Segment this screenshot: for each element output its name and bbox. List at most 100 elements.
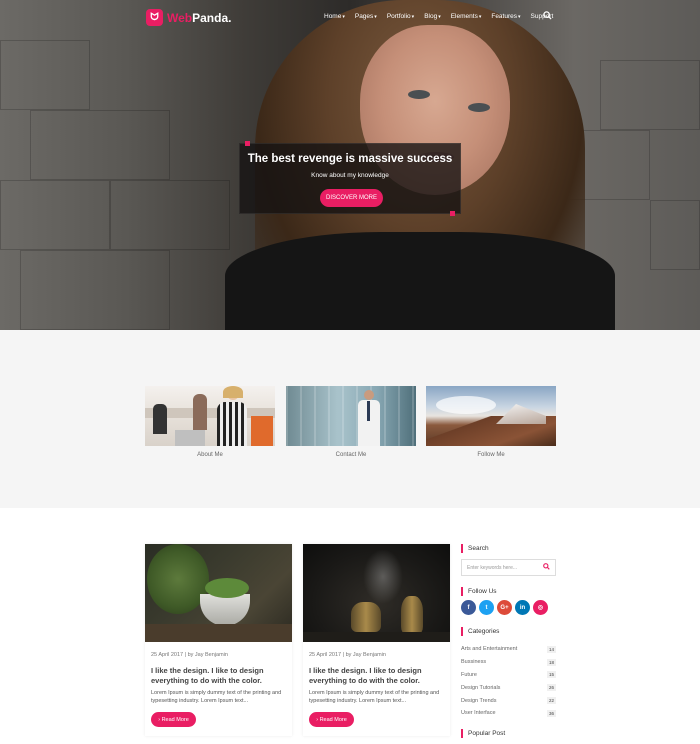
post-title[interactable]: I like the design. I like to design ever… <box>151 666 289 686</box>
wall-brick <box>600 60 700 130</box>
wall-brick <box>0 40 90 110</box>
sidebar-search-input[interactable]: Enter keywords here... <box>461 559 556 576</box>
chevron-down-icon: ▾ <box>518 14 521 20</box>
widget-title: Search <box>461 544 557 553</box>
instagram-icon[interactable]: ◎ <box>533 600 548 615</box>
category-item[interactable]: User Interface 36 <box>461 707 556 720</box>
nav-item-home[interactable]: Home▾ <box>324 13 345 20</box>
blog-post-card: 25 April 2017 | by Jay Benjamin I like t… <box>303 544 450 736</box>
brand-name: WebPanda. <box>167 11 231 25</box>
follow-me-image <box>426 386 556 446</box>
post-title[interactable]: I like the design. I like to design ever… <box>309 666 447 686</box>
feature-label: Follow Me <box>477 452 505 458</box>
chevron-down-icon: ▾ <box>411 14 415 20</box>
discover-more-button[interactable]: DISCOVER MORE <box>320 189 383 207</box>
nav-item-blog[interactable]: Blog▾ <box>424 13 441 20</box>
category-name: User Interface <box>461 710 496 717</box>
widget-title: Popular Post <box>461 729 557 738</box>
category-name: Arts and Entertainment <box>461 646 518 653</box>
hero-caption-box: The best revenge is massive success Know… <box>239 141 461 216</box>
post-meta: 25 April 2017 | by Jay Benjamin <box>309 652 386 658</box>
google-plus-icon[interactable]: G+ <box>497 600 512 615</box>
chevron-down-icon: ▾ <box>478 14 482 20</box>
search-icon[interactable] <box>543 11 552 22</box>
chevron-down-icon: ▾ <box>374 14 377 20</box>
contact-me-image <box>286 386 416 446</box>
category-count: 26 <box>546 684 556 692</box>
category-list: Arts and Entertainment 14 Bussiness 18 Fut… <box>461 643 556 720</box>
category-name: Design Trends <box>461 697 497 704</box>
wall-brick <box>20 250 170 330</box>
linkedin-icon[interactable]: in <box>515 600 530 615</box>
category-name: Design Tutorials <box>461 684 501 691</box>
wall-brick <box>0 180 110 250</box>
main-menu: Home▾ Pages▾ Portfolio▾ Blog▾ Elements▾ … <box>324 13 553 20</box>
sidebar-popular-widget: Popular Post <box>461 729 557 738</box>
features-section: About Me Contact Me Follow Me <box>0 330 700 508</box>
nav-item-label: Home <box>324 13 342 20</box>
category-count: 14 <box>546 645 556 653</box>
nav-item-label: Pages <box>354 13 374 20</box>
nav-item-label: Elements <box>450 13 478 20</box>
brand-logo[interactable]: ᗢ WebPanda. <box>146 9 231 26</box>
read-more-label: Read More <box>161 716 189 723</box>
widget-title: Categories <box>461 627 557 636</box>
category-count: 36 <box>546 709 556 717</box>
category-count: 15 <box>546 671 556 679</box>
hero-person-eye <box>468 103 490 112</box>
nav-item-features[interactable]: Features▾ <box>491 13 520 20</box>
about-me-image <box>145 386 275 446</box>
nav-item-pages[interactable]: Pages▾ <box>355 13 377 20</box>
caption-corner-accent <box>245 141 250 146</box>
post-image[interactable] <box>303 544 450 642</box>
wall-brick <box>110 180 230 250</box>
post-image[interactable] <box>145 544 292 642</box>
caption-corner-accent <box>450 211 455 216</box>
feature-card-about[interactable]: About Me <box>145 386 275 458</box>
post-excerpt: Lorem Ipsum is simply dummy text of the … <box>309 690 440 704</box>
chevron-down-icon: ▾ <box>438 14 441 20</box>
wall-brick <box>30 110 170 180</box>
sidebar-search-widget: Search <box>461 544 557 553</box>
nav-item-label: Portfolio <box>386 13 411 20</box>
post-excerpt: Lorem Ipsum is simply dummy text of the … <box>151 690 282 704</box>
chevron-down-icon: ▾ <box>342 14 345 20</box>
sidebar-follow-widget: Follow Us <box>461 587 557 596</box>
panda-logo-icon: ᗢ <box>146 9 163 26</box>
feature-card-follow[interactable]: Follow Me <box>426 386 556 458</box>
top-navbar: ᗢ WebPanda. Home▾ Pages▾ Portfolio▾ Blog… <box>0 0 700 36</box>
brand-name-part2: Panda. <box>192 10 232 25</box>
category-item[interactable]: Design Trends 22 <box>461 694 556 707</box>
read-more-button[interactable]: › Read More <box>309 712 354 727</box>
hero-person-shirt <box>225 232 615 330</box>
category-name: Future <box>461 671 477 678</box>
read-more-button[interactable]: › Read More <box>151 712 196 727</box>
category-count: 22 <box>546 697 556 705</box>
search-icon[interactable] <box>543 563 550 572</box>
brand-name-part1: Web <box>167 10 193 25</box>
widget-title: Follow Us <box>461 587 557 596</box>
feature-card-contact[interactable]: Contact Me <box>286 386 416 458</box>
hero-section: ᗢ WebPanda. Home▾ Pages▾ Portfolio▾ Blog… <box>0 0 700 330</box>
blog-post-card: 25 April 2017 | by Jay Benjamin I like t… <box>145 544 292 736</box>
category-item[interactable]: Future 15 <box>461 669 556 682</box>
sidebar-categories-widget: Categories <box>461 627 557 636</box>
nav-item-portfolio[interactable]: Portfolio▾ <box>387 13 414 20</box>
search-placeholder: Enter keywords here... <box>467 564 518 571</box>
twitter-icon[interactable]: t <box>479 600 494 615</box>
social-links: f t G+ in ◎ <box>461 600 548 615</box>
nav-item-elements[interactable]: Elements▾ <box>451 13 482 20</box>
feature-label: About Me <box>197 452 223 458</box>
category-name: Bussiness <box>461 659 487 666</box>
read-more-label: Read More <box>319 716 347 723</box>
facebook-icon[interactable]: f <box>461 600 476 615</box>
category-item[interactable]: Arts and Entertainment 14 <box>461 643 556 656</box>
hero-title: The best revenge is massive success <box>247 153 453 165</box>
category-item[interactable]: Design Tutorials 26 <box>461 681 556 694</box>
nav-item-label: Features <box>491 13 517 20</box>
wall-brick <box>650 200 700 270</box>
feature-label: Contact Me <box>335 452 367 458</box>
hero-person-eye <box>408 90 430 99</box>
category-item[interactable]: Bussiness 18 <box>461 656 556 669</box>
post-meta: 25 April 2017 | by Jay Benjamin <box>151 652 228 658</box>
